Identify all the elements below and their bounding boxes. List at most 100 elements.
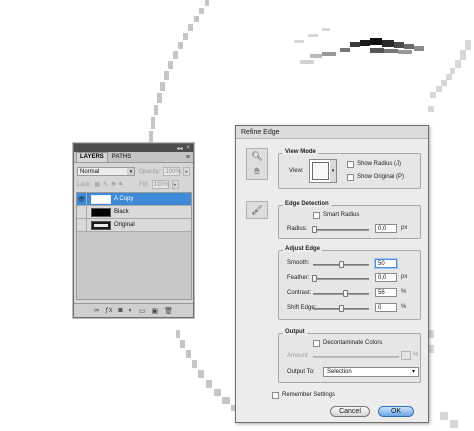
hand-tool-icon[interactable]: ✋︎ <box>254 166 259 177</box>
fill-dropdown-icon[interactable]: ▸ <box>171 180 179 189</box>
view-preview-thumb <box>312 162 329 180</box>
adjust-edge-group: Adjust Edge Smooth: 50 Feather: 0,0 px C… <box>278 246 421 320</box>
feather-slider-track[interactable] <box>313 278 369 280</box>
ok-button[interactable]: OK <box>378 406 414 417</box>
shift-edge-slider-knob[interactable] <box>339 305 344 312</box>
dialog-title: Refine Edge <box>236 126 428 139</box>
contrast-label: Contrast: <box>287 290 312 296</box>
layer-thumbnail <box>91 220 111 230</box>
smooth-field[interactable]: 50 <box>375 259 397 268</box>
refine-radius-brush-icon[interactable]: 🖌︎ <box>251 205 262 216</box>
blend-mode-select[interactable]: Normal ▾ <box>77 167 136 176</box>
chevron-down-icon: ▾ <box>330 160 336 182</box>
radius-slider-track[interactable] <box>313 229 369 231</box>
lock-label: Lock: <box>77 181 92 188</box>
contrast-slider-knob[interactable] <box>343 290 348 297</box>
cancel-button[interactable]: Cancel <box>330 406 370 417</box>
radius-unit: px <box>401 225 408 231</box>
smooth-label: Smooth: <box>287 260 310 266</box>
show-radius-label: Show Radius (J) <box>357 161 402 167</box>
panel-menu-icon[interactable]: ≡ <box>186 154 193 162</box>
feather-unit: px <box>401 274 408 280</box>
layer-row-a-copy[interactable]: 👁︎ A Copy <box>77 192 191 206</box>
radius-field[interactable]: 0,0 <box>375 224 397 233</box>
edge-detection-group: Edge Detection Smart Radius Radius: 0,0 … <box>278 201 421 239</box>
smooth-slider-knob[interactable] <box>339 261 344 268</box>
blend-mode-value: Normal <box>80 168 100 175</box>
visibility-toggle[interactable] <box>77 218 87 232</box>
amount-field <box>401 351 411 360</box>
layers-panel: ◂◂ × LAYERS PATHS ≡ Normal ▾ Opacity: 10… <box>73 143 194 318</box>
opacity-field[interactable]: 100% <box>163 167 181 176</box>
fill-field[interactable]: 100% <box>151 180 169 189</box>
dark-shape-top <box>300 38 424 64</box>
radius-slider-knob[interactable] <box>312 226 317 233</box>
visibility-toggle[interactable] <box>77 205 87 219</box>
amount-unit: % <box>413 352 419 358</box>
shift-edge-label: Shift Edge: <box>287 305 317 311</box>
opacity-dropdown-icon[interactable]: ▸ <box>183 167 190 176</box>
layer-name: Original <box>114 222 135 228</box>
layer-style-icon[interactable]: ƒx <box>105 307 112 314</box>
lock-image-icon[interactable]: ✎ <box>103 181 108 188</box>
contrast-unit: % <box>401 289 407 295</box>
smart-radius-checkbox[interactable] <box>313 212 320 219</box>
contrast-field[interactable]: 56 <box>375 288 397 297</box>
panel-title-bar[interactable]: ◂◂ × <box>74 144 193 152</box>
layer-thumbnail <box>91 207 111 217</box>
collapse-icon[interactable]: ◂◂ <box>176 145 182 152</box>
shift-edge-unit: % <box>401 304 407 310</box>
close-icon[interactable]: × <box>186 145 190 151</box>
lock-transparent-icon[interactable]: ▦ <box>94 181 100 188</box>
edge-detection-label: Edge Detection <box>283 201 331 207</box>
chevron-down-icon: ▾ <box>127 168 135 175</box>
show-radius-checkbox[interactable] <box>347 161 354 168</box>
feather-label: Feather: <box>287 275 310 281</box>
view-mode-label: View Mode <box>283 149 318 155</box>
photoshop-canvas: ◂◂ × LAYERS PATHS ≡ Normal ▾ Opacity: 10… <box>0 0 474 431</box>
thumbnail-text-art <box>94 223 108 227</box>
output-to-value: Selection <box>327 369 352 375</box>
chevron-down-icon: ▾ <box>411 369 415 375</box>
show-original-checkbox[interactable] <box>347 174 354 181</box>
refine-edge-dialog: Refine Edge 🔍︎ ✋︎ 🖌︎ View Mode View: ▾ S… <box>235 125 429 423</box>
layer-name: A Copy <box>114 196 134 202</box>
radius-label: Radius: <box>287 226 308 232</box>
layer-row-original[interactable]: Original <box>77 218 191 232</box>
adjustment-layer-icon[interactable]: ◐ <box>129 307 133 314</box>
output-to-select[interactable]: Selection ▾ <box>323 367 419 377</box>
visibility-eye-icon[interactable]: 👁︎ <box>77 192 87 206</box>
smart-radius-label: Smart Radius <box>323 212 360 218</box>
feather-slider-knob[interactable] <box>312 275 317 282</box>
amount-slider-track <box>313 356 399 358</box>
amount-label: Amount: <box>287 353 310 359</box>
panel-tabs: LAYERS PATHS ≡ <box>74 152 193 163</box>
view-mode-picker[interactable]: ▾ <box>309 159 337 183</box>
link-layers-icon[interactable]: ∞ <box>94 307 99 314</box>
new-group-icon[interactable]: ▭ <box>139 307 146 315</box>
remember-settings-checkbox[interactable] <box>272 392 279 399</box>
lock-position-icon[interactable]: ✥ <box>111 181 116 188</box>
layer-row-black[interactable]: Black <box>77 205 191 219</box>
tool-palette: 🔍︎ ✋︎ <box>246 148 268 180</box>
contrast-slider-track[interactable] <box>313 293 369 295</box>
layer-list: 👁︎ A Copy Black Original <box>76 192 192 300</box>
tab-paths[interactable]: PATHS <box>108 152 135 162</box>
opacity-label: Opacity: <box>138 168 161 175</box>
remember-settings-label: Remember Settings <box>282 392 336 398</box>
layer-mask-icon[interactable]: ◙ <box>118 307 122 314</box>
output-to-label: Output To: <box>287 369 315 375</box>
new-layer-icon[interactable]: ▣ <box>151 307 158 315</box>
layers-bottom-toolbar: ∞ ƒx ◙ ◐ ▭ ▣ 🗑︎ <box>74 303 193 317</box>
layer-name: Black <box>114 209 129 215</box>
lock-row: Lock: ▦ ✎ ✥ 🔒︎ Fill: 100% ▸ <box>74 178 193 191</box>
tab-layers[interactable]: LAYERS <box>76 152 108 162</box>
delete-layer-icon[interactable]: 🗑︎ <box>164 307 173 315</box>
zoom-tool-icon[interactable]: 🔍︎ <box>251 151 262 162</box>
feather-field[interactable]: 0,0 <box>375 273 397 282</box>
blend-row: Normal ▾ Opacity: 100% ▸ <box>74 165 193 178</box>
decontaminate-checkbox[interactable] <box>313 340 320 347</box>
layer-thumbnail <box>91 194 111 204</box>
shift-edge-field[interactable]: 0 <box>375 303 397 312</box>
lock-all-icon[interactable]: 🔒︎ <box>119 181 122 188</box>
